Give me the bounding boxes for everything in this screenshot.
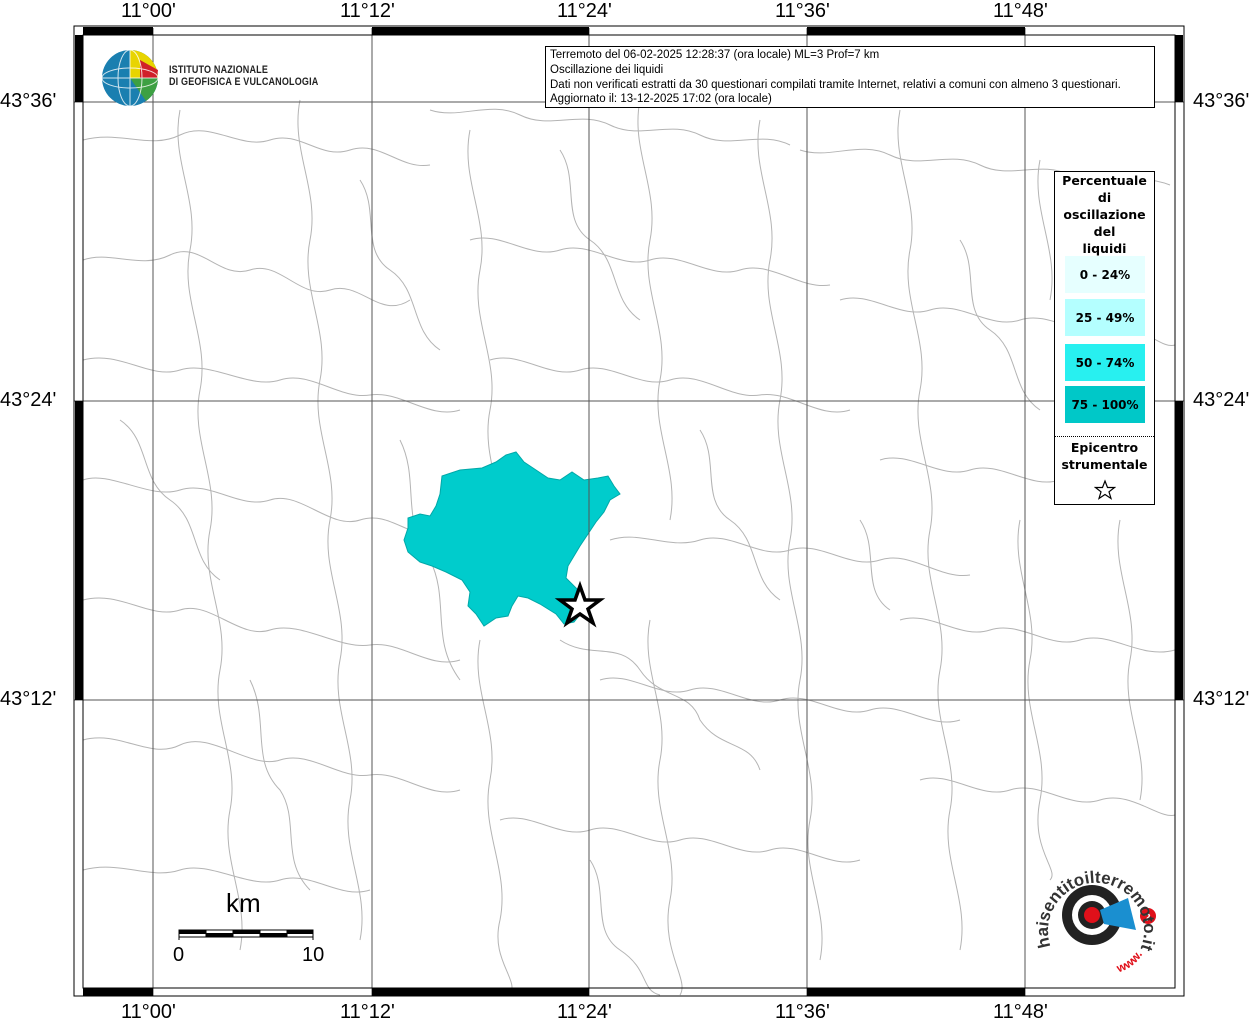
lon-tick-top-2: 11°12' bbox=[340, 0, 395, 22]
map-frame-inner bbox=[82, 34, 1176, 989]
lat-tick-left-2: 43°24' bbox=[0, 389, 57, 411]
legend-epicenter: Epicentro strumentale bbox=[1055, 436, 1154, 505]
event-info-line4: Aggiornato il: 13-12-2025 17:02 (ora loc… bbox=[550, 93, 772, 106]
agency-name-line1: ISTITUTO NAZIONALE bbox=[169, 64, 269, 76]
lat-tick-left-3: 43°12' bbox=[0, 688, 57, 710]
lon-tick-top-4: 11°36' bbox=[775, 0, 830, 22]
lon-tick-bottom-1: 11°00' bbox=[121, 1001, 176, 1023]
map-frame-outer bbox=[73, 25, 1185, 997]
svg-text:www.: www. bbox=[1114, 948, 1145, 976]
lat-tick-right-2: 43°24' bbox=[1193, 389, 1250, 411]
legend-epicenter-line1: Epicentro bbox=[1070, 440, 1139, 455]
municipal-boundaries bbox=[82, 99, 1176, 996]
coordinate-grid bbox=[74, 28, 1184, 996]
legend-swatch-label: 50 - 74% bbox=[1075, 355, 1135, 370]
legend-swatch-1: 25 - 49% bbox=[1065, 299, 1145, 336]
scale-bar bbox=[178, 929, 314, 940]
lat-tick-right-3: 43°12' bbox=[1193, 688, 1250, 710]
map[interactable]: ? haisentitoilterremoto.it www. ISTITUTO… bbox=[0, 0, 1257, 1024]
legend-title-line3: oscillazione bbox=[1063, 207, 1146, 222]
star-icon bbox=[1093, 479, 1116, 500]
legend-title-line4: del bbox=[1093, 224, 1116, 239]
event-info-box: Terremoto del 06-02-2025 12:28:37 (ora l… bbox=[545, 46, 1155, 108]
lon-tick-top-3: 11°24' bbox=[557, 0, 612, 22]
globe-logo-icon bbox=[101, 49, 159, 107]
lon-tick-bottom-4: 11°36' bbox=[775, 1001, 830, 1023]
legend-swatch-3: 75 - 100% bbox=[1065, 386, 1145, 423]
site-logo-prefix: www. bbox=[1114, 948, 1145, 976]
event-info-line2: Oscillazione dei liquidi bbox=[550, 63, 664, 76]
scale-start: 0 bbox=[173, 944, 185, 966]
lon-tick-bottom-2: 11°12' bbox=[340, 1001, 395, 1023]
legend: Percentuale di oscillazione del liquidi … bbox=[1054, 171, 1155, 505]
frame-bars bbox=[75, 27, 1183, 996]
event-info-line1: Terremoto del 06-02-2025 12:28:37 (ora l… bbox=[550, 49, 880, 61]
lat-tick-right-1: 43°36' bbox=[1193, 90, 1250, 112]
lon-tick-top-1: 11°00' bbox=[121, 0, 176, 22]
legend-title-line1: Percentuale bbox=[1062, 173, 1147, 188]
legend-title: Percentuale di oscillazione del liquidi bbox=[1055, 172, 1154, 257]
legend-epicenter-line2: strumentale bbox=[1061, 457, 1148, 472]
target-megaphone-icon: ? haisentitoilterremoto.it www. bbox=[1033, 868, 1159, 976]
legend-title-line5: liquidi bbox=[1082, 241, 1127, 256]
lon-tick-top-5: 11°48' bbox=[993, 0, 1048, 22]
legend-swatch-2: 50 - 74% bbox=[1065, 344, 1145, 381]
lon-tick-bottom-5: 11°48' bbox=[993, 1001, 1048, 1023]
legend-swatch-label: 25 - 49% bbox=[1075, 310, 1135, 325]
scale-unit: km bbox=[226, 888, 261, 918]
legend-title-line2: di bbox=[1097, 190, 1112, 205]
legend-swatch-0: 0 - 24% bbox=[1065, 256, 1145, 293]
legend-swatch-label: 75 - 100% bbox=[1071, 397, 1139, 412]
agency-name-line2: DI GEOFISICA E VULCANOLOGIA bbox=[169, 76, 319, 88]
lon-tick-bottom-3: 11°24' bbox=[557, 1001, 612, 1023]
map-canvas[interactable]: ? haisentitoilterremoto.it www. bbox=[0, 0, 1257, 1024]
event-info-line3: Dati non verificati estratti da 30 quest… bbox=[550, 78, 1121, 91]
lat-tick-left-1: 43°36' bbox=[0, 90, 57, 112]
scale-end: 10 bbox=[302, 944, 325, 966]
legend-swatch-label: 0 - 24% bbox=[1079, 267, 1131, 282]
agency-logo-text: ISTITUTO NAZIONALE DI GEOFISICA E VULCAN… bbox=[169, 64, 318, 88]
